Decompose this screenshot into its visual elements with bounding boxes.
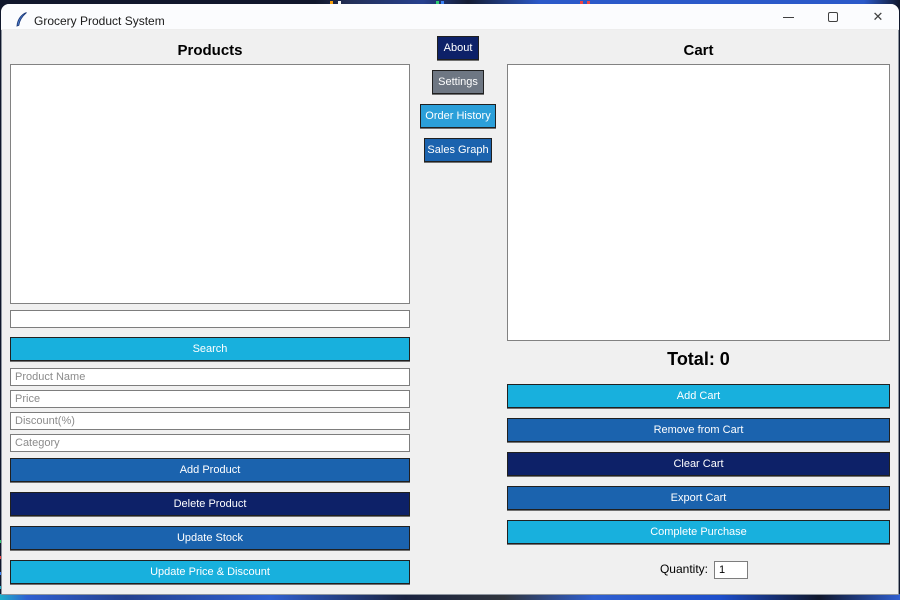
price-field[interactable]	[10, 390, 410, 408]
complete-purchase-button[interactable]: Complete Purchase	[507, 520, 890, 544]
search-input[interactable]	[10, 310, 410, 328]
category-field[interactable]	[10, 434, 410, 452]
close-button[interactable]: ✕	[861, 6, 895, 28]
quantity-label: Quantity:	[600, 562, 708, 576]
cart-heading: Cart	[507, 42, 890, 59]
update-price-discount-button[interactable]: Update Price & Discount	[10, 560, 410, 584]
minimize-button[interactable]	[771, 6, 805, 28]
feather-icon	[15, 12, 29, 33]
maximize-icon	[828, 12, 838, 22]
minimize-icon	[783, 17, 794, 18]
sales-graph-button[interactable]: Sales Graph	[424, 138, 492, 162]
total-label: Total: 0	[507, 349, 890, 370]
delete-product-button[interactable]: Delete Product	[10, 492, 410, 516]
settings-button[interactable]: Settings	[432, 70, 484, 94]
window-title: Grocery Product System	[34, 14, 165, 28]
remove-from-cart-button[interactable]: Remove from Cart	[507, 418, 890, 442]
about-button[interactable]: About	[437, 36, 479, 60]
update-stock-button[interactable]: Update Stock	[10, 526, 410, 550]
products-heading: Products	[10, 42, 410, 59]
order-history-button[interactable]: Order History	[420, 104, 496, 128]
add-cart-button[interactable]: Add Cart	[507, 384, 890, 408]
clear-cart-button[interactable]: Clear Cart	[507, 452, 890, 476]
products-listbox[interactable]	[10, 64, 410, 304]
maximize-button[interactable]	[816, 6, 850, 28]
search-button[interactable]: Search	[10, 337, 410, 361]
discount-field[interactable]	[10, 412, 410, 430]
product-name-field[interactable]	[10, 368, 410, 386]
title-bar: Grocery Product System	[1, 4, 899, 30]
cart-listbox[interactable]	[507, 64, 890, 341]
close-icon: ✕	[873, 9, 884, 25]
add-product-button[interactable]: Add Product	[10, 458, 410, 482]
quantity-input[interactable]	[714, 561, 748, 579]
export-cart-button[interactable]: Export Cart	[507, 486, 890, 510]
